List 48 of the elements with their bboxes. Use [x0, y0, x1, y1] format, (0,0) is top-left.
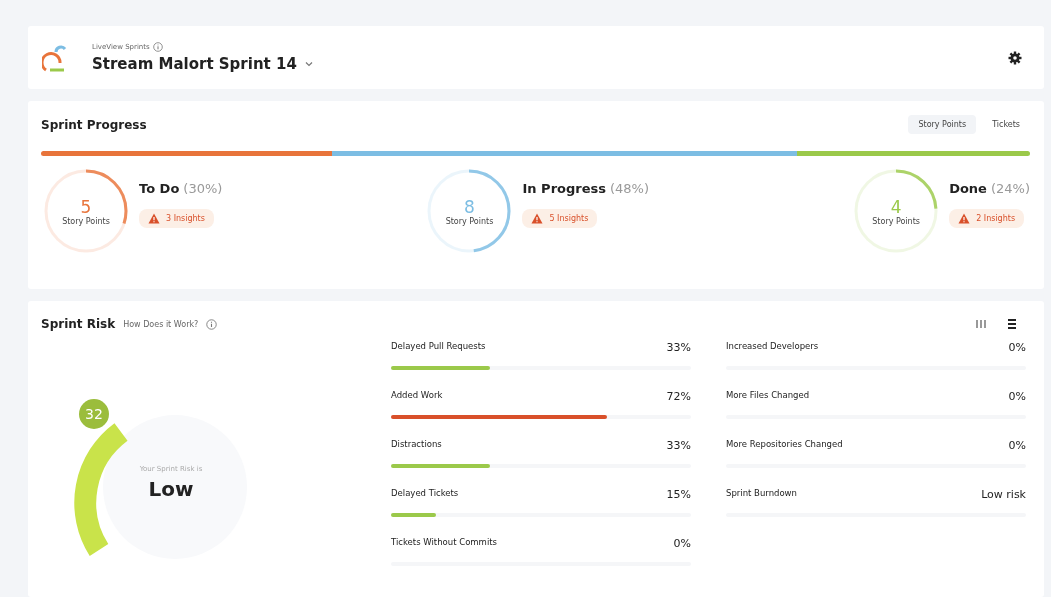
info-icon[interactable]	[206, 318, 218, 330]
factor-value: 33%	[666, 341, 691, 354]
status-percent: (24%)	[990, 181, 1030, 196]
info-icon[interactable]	[152, 42, 163, 52]
insights-badge[interactable]: 5 Insights	[522, 209, 598, 228]
chevron-down-icon[interactable]	[304, 61, 313, 67]
points-label: Story Points	[445, 216, 494, 226]
factor-name: Increased Developers	[726, 341, 819, 353]
factor-name: More Repositories Changed	[726, 439, 843, 451]
insights-badge[interactable]: 3 Insights	[139, 209, 214, 228]
points-label: Story Points	[62, 216, 110, 226]
toggle-tab[interactable]: Tickets	[982, 115, 1030, 134]
status-name: In Progress	[522, 181, 606, 196]
insights-badge[interactable]: 2 Insights	[949, 209, 1025, 228]
risk-rating: Low	[148, 477, 194, 501]
points-value: 4	[890, 196, 902, 217]
factor-name: More Files Changed	[726, 390, 810, 402]
section-title: Sprint Risk	[41, 317, 116, 331]
toggle-tab[interactable]: Story Points	[908, 115, 977, 134]
sprint-title: Stream Malort Sprint 14	[92, 55, 297, 73]
status-percent: (48%)	[610, 181, 650, 196]
factor-value: 0%	[1008, 439, 1026, 452]
points-label: Story Points	[872, 216, 920, 226]
factor-name: Distractions	[391, 439, 442, 451]
settings-icon[interactable]	[1008, 50, 1022, 65]
status-name: Done	[949, 181, 987, 196]
status-percent: (30%)	[183, 181, 223, 196]
factor-value: Low risk	[981, 488, 1026, 501]
logo-icon	[42, 42, 68, 73]
section-title: Sprint Progress	[41, 117, 147, 132]
list-icon[interactable]	[1008, 319, 1016, 329]
help-link[interactable]: How Does it Work?	[123, 319, 199, 329]
factor-name: Delayed Pull Requests	[391, 341, 486, 353]
points-value: 8	[464, 196, 475, 217]
factor-name: Added Work	[391, 390, 443, 402]
factor-value: 0%	[1008, 341, 1026, 354]
factor-value: 0%	[673, 537, 691, 550]
risk-score-badge: 32	[79, 399, 109, 429]
points-value: 5	[80, 196, 92, 217]
factor-name: Delayed Tickets	[391, 488, 459, 500]
factor-name: Sprint Burndown	[726, 488, 797, 500]
factor-name: Tickets Without Commits	[391, 537, 498, 549]
factor-value: 15%	[666, 488, 691, 501]
factor-value: 72%	[666, 390, 691, 403]
status-name: To Do	[139, 181, 180, 196]
columns-icon[interactable]	[976, 320, 986, 328]
factor-value: 0%	[1008, 390, 1026, 403]
factor-value: 33%	[666, 439, 691, 452]
